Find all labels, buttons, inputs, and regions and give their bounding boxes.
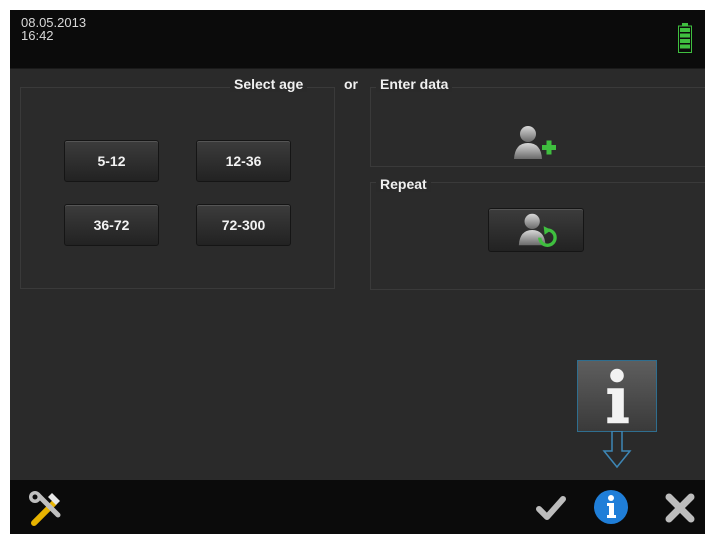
bottom-toolbar [10,480,705,534]
check-icon[interactable] [536,494,566,522]
status-time: 16:42 [21,28,54,43]
select-age-panel [20,87,335,289]
age-5-12-button[interactable]: 5-12 [64,140,159,182]
or-label: or [340,76,362,92]
repeat-label: Repeat [376,176,431,192]
device-screen: 08.05.2013 16:42 Select age or Enter dat… [10,10,705,534]
battery-full-icon [678,23,692,53]
info-circle-icon[interactable] [593,489,629,525]
add-user-icon[interactable] [510,123,560,163]
repeat-user-icon [518,213,557,247]
tools-icon[interactable] [26,489,64,527]
info-icon [607,368,629,424]
enter-data-label: Enter data [376,76,453,92]
age-12-36-button[interactable]: 12-36 [196,140,291,182]
close-icon[interactable] [663,491,697,525]
repeat-user-button[interactable] [488,208,584,252]
arrow-down-icon [602,431,632,469]
age-36-72-button[interactable]: 36-72 [64,204,159,246]
status-bar: 08.05.2013 16:42 [10,10,705,69]
select-age-label: Select age [230,76,308,92]
age-72-300-button[interactable]: 72-300 [196,204,291,246]
info-panel[interactable] [577,360,657,432]
